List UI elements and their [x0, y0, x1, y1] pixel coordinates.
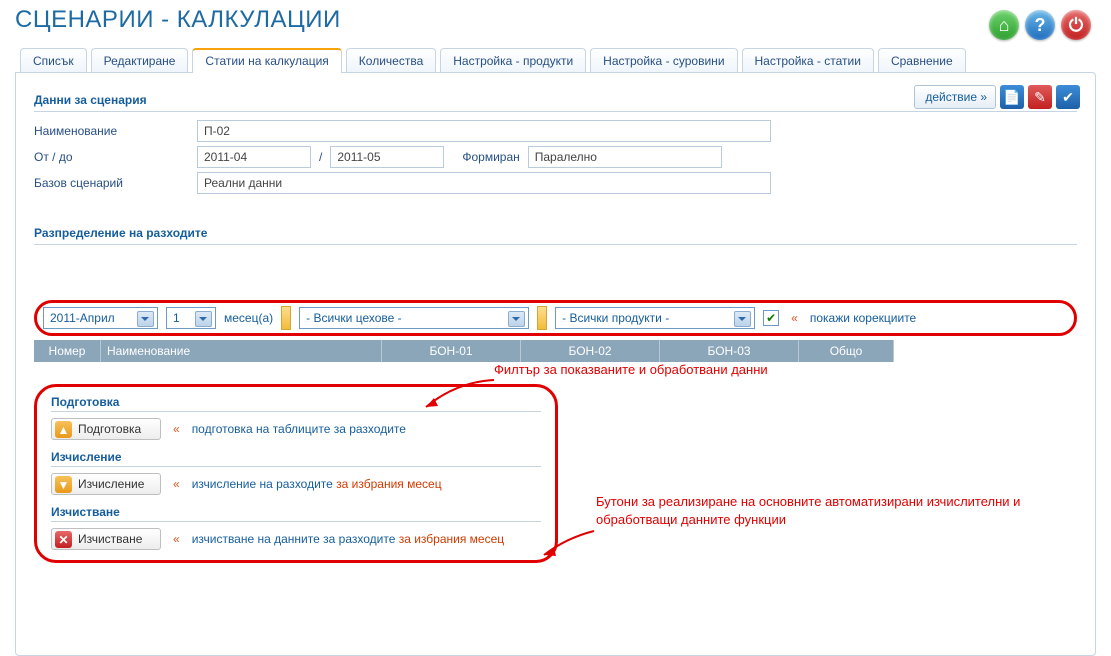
- select-month[interactable]: 2011-Април: [43, 307, 158, 329]
- calc-desc: изчисление на разходите за избрания месе…: [192, 477, 442, 491]
- prepare-button[interactable]: ▲ Подготовка: [51, 418, 161, 440]
- select-count[interactable]: 1: [166, 307, 216, 329]
- formed-input[interactable]: [528, 146, 722, 168]
- angles-3: «: [173, 477, 180, 491]
- col-number: Номер: [34, 340, 101, 362]
- prep-desc: подготовка на таблиците за разходите: [192, 422, 406, 436]
- edit-icon[interactable]: ✎: [1028, 85, 1052, 109]
- col-total: Общо: [799, 340, 894, 362]
- tab-edit[interactable]: Редактиране: [91, 48, 189, 73]
- arrow-top-icon: [416, 372, 496, 412]
- annotation-ops: Бутони за реализиране на основните автом…: [596, 493, 1095, 528]
- tab-settings-articles[interactable]: Настройка - статии: [742, 48, 874, 73]
- chevron-up-icon: ▲: [55, 421, 72, 438]
- header-icons: ⌂ ? ⏻: [989, 10, 1091, 40]
- chevron-down-icon: ▼: [55, 476, 72, 493]
- name-input[interactable]: [197, 120, 771, 142]
- calculate-button[interactable]: ▼ Изчисление: [51, 473, 161, 495]
- filter-row: 2011-Април 1 месец(а) - Всички цехове - …: [34, 300, 1077, 336]
- label-period: От / до: [34, 150, 189, 164]
- label-base: Базов сценарий: [34, 176, 189, 190]
- from-input[interactable]: [197, 146, 311, 168]
- tab-calc-articles[interactable]: Статии на калкулация: [192, 48, 341, 73]
- base-input[interactable]: [197, 172, 771, 194]
- to-input[interactable]: [330, 146, 444, 168]
- home-icon[interactable]: ⌂: [989, 10, 1019, 40]
- annotation-filter: Филтър за показваните и обработвани данн…: [494, 362, 768, 377]
- tab-compare[interactable]: Сравнение: [878, 48, 966, 73]
- label-formed: Формиран: [462, 150, 519, 164]
- tab-settings-products[interactable]: Настройка - продукти: [440, 48, 586, 73]
- section-title-dist: Разпределение на разходите: [34, 222, 1077, 245]
- slash: /: [319, 150, 322, 164]
- ops-clr-title: Изчистване: [51, 505, 541, 522]
- yellow-sep-2: [537, 306, 547, 330]
- label-name: Наименование: [34, 124, 189, 138]
- col-bon03: БОН-03: [660, 340, 799, 362]
- tab-list[interactable]: Списък: [20, 48, 87, 73]
- action-button[interactable]: действие »: [914, 85, 996, 109]
- angles-4: «: [173, 532, 180, 546]
- clr-desc: изчистване на данните за разходите за из…: [192, 532, 504, 546]
- col-bon01: БОН-01: [382, 340, 521, 362]
- col-bon02: БОН-02: [521, 340, 660, 362]
- ops-calc-title: Изчисление: [51, 450, 541, 467]
- help-icon[interactable]: ?: [1025, 10, 1055, 40]
- panel: действие » 📄 ✎ ✔ Данни за сценария Наиме…: [15, 72, 1096, 656]
- calculate-button-label: Изчисление: [78, 477, 144, 491]
- select-workshops[interactable]: - Всички цехове -: [299, 307, 529, 329]
- months-text: месец(а): [224, 311, 273, 325]
- angles-1: «: [791, 311, 798, 325]
- page-title: СЦЕНАРИИ - КАЛКУЛАЦИИ: [15, 6, 1096, 34]
- check-icon[interactable]: ✔: [1056, 85, 1080, 109]
- prepare-button-label: Подготовка: [78, 422, 141, 436]
- tab-quantities[interactable]: Количества: [346, 48, 436, 73]
- angles-2: «: [173, 422, 180, 436]
- close-icon: ✕: [55, 531, 72, 548]
- power-icon[interactable]: ⏻: [1061, 10, 1091, 40]
- tab-settings-materials[interactable]: Настройка - суровини: [590, 48, 737, 73]
- show-corrections-checkbox[interactable]: ✔: [763, 310, 779, 326]
- yellow-sep-1: [281, 306, 291, 330]
- clear-button[interactable]: ✕ Изчистване: [51, 528, 161, 550]
- action-bar: действие » 📄 ✎ ✔: [914, 85, 1080, 109]
- print-icon[interactable]: 📄: [1000, 85, 1024, 109]
- clear-button-label: Изчистване: [78, 532, 142, 546]
- show-corrections-link[interactable]: покажи корекциите: [810, 311, 916, 325]
- tabstrip: Списък Редактиране Статии на калкулация …: [20, 48, 1096, 73]
- col-name: Наименование: [101, 340, 382, 362]
- cost-table: Номер Наименование БОН-01 БОН-02 БОН-03 …: [34, 340, 894, 362]
- arrow-side-icon: [536, 523, 596, 563]
- select-products[interactable]: - Всички продукти -: [555, 307, 755, 329]
